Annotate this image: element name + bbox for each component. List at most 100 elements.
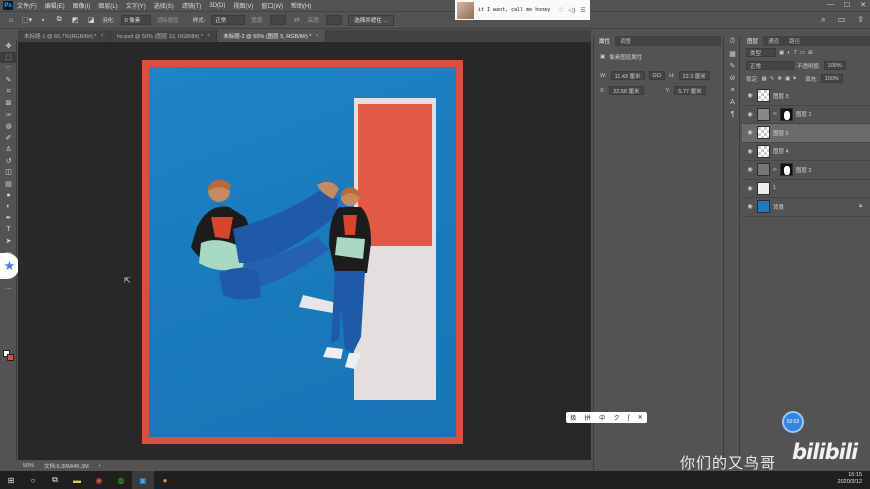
zoom-level[interactable]: 50% bbox=[23, 463, 34, 469]
new-selection-icon[interactable]: ▪ bbox=[38, 14, 48, 26]
menu-window[interactable]: 窗口(W) bbox=[261, 1, 283, 10]
system-clock[interactable]: 16:15 2020/3/12 bbox=[838, 472, 862, 486]
volume-icon[interactable]: ◁) bbox=[569, 7, 576, 14]
visibility-eye-icon[interactable]: ◉ bbox=[746, 166, 754, 173]
swap-icon[interactable]: ⇄ bbox=[292, 14, 302, 26]
layer-row[interactable]: ◉ ∞ 图层 1 bbox=[742, 106, 870, 124]
menu-filter[interactable]: 滤镜(T) bbox=[182, 1, 202, 10]
tab-close-icon[interactable]: × bbox=[315, 33, 318, 39]
tab-layers[interactable]: 图层 bbox=[742, 36, 764, 46]
type-icon[interactable]: T bbox=[0, 224, 17, 236]
eraser-icon[interactable]: ◫ bbox=[0, 167, 17, 179]
marquee-icon[interactable]: ⬚ bbox=[0, 51, 17, 63]
intersect-selection-icon[interactable]: ◪ bbox=[86, 14, 96, 26]
pen-icon[interactable]: ✒ bbox=[0, 213, 17, 225]
menu-select[interactable]: 选择(S) bbox=[154, 1, 174, 10]
menu-image[interactable]: 图像(I) bbox=[73, 1, 91, 10]
character-icon[interactable]: A bbox=[724, 96, 741, 108]
tab-close-icon[interactable]: × bbox=[207, 33, 210, 39]
share-icon[interactable]: ⇪ bbox=[857, 15, 864, 25]
music-notification[interactable]: it I want, call me honey ♡ ◁) ☰ bbox=[455, 0, 590, 20]
stamp-icon[interactable]: ♙ bbox=[0, 144, 17, 156]
filter-smart-icon[interactable]: ⊞ bbox=[808, 50, 813, 56]
x-value[interactable]: 22.58 厘米 bbox=[609, 86, 644, 95]
float-close-icon[interactable]: ✕ bbox=[638, 414, 643, 421]
minimize-button[interactable]: — bbox=[827, 1, 834, 9]
task-view-icon[interactable]: ⧉ bbox=[44, 471, 66, 489]
adjust-icon[interactable]: ≡ bbox=[724, 84, 741, 96]
marquee-preset-icon[interactable]: ⬚▾ bbox=[22, 14, 32, 26]
tab-properties[interactable]: 属性 bbox=[594, 36, 616, 46]
timer-badge[interactable]: 02:02 bbox=[782, 411, 804, 433]
menu-view[interactable]: 视图(V) bbox=[233, 1, 253, 10]
float-item-5[interactable]: ʃ bbox=[628, 415, 629, 421]
close-button[interactable]: ✕ bbox=[860, 1, 866, 9]
search-icon[interactable]: ⌕ bbox=[821, 15, 825, 25]
tab-close-icon[interactable]: × bbox=[101, 33, 104, 39]
float-item-2[interactable]: 拼 bbox=[585, 413, 591, 422]
menu-3d[interactable]: 3D(D) bbox=[209, 3, 225, 9]
feather-input[interactable]: 0 像素 bbox=[120, 15, 151, 25]
status-arrow-icon[interactable]: › bbox=[99, 463, 101, 469]
lock-move-icon[interactable]: ✥ bbox=[777, 76, 782, 82]
menu-icon[interactable]: ☰ bbox=[580, 7, 585, 14]
filter-pixel-icon[interactable]: ▣ bbox=[779, 50, 784, 56]
width-input[interactable] bbox=[269, 15, 286, 25]
layer-mask-thumbnail[interactable] bbox=[779, 163, 793, 177]
more-icon[interactable]: … bbox=[0, 282, 17, 294]
tab-ho-psd[interactable]: ho.psd @ 50% (图层 12, RGB/8#) * × bbox=[110, 30, 218, 42]
filter-adjust-icon[interactable]: ◐ bbox=[787, 50, 790, 56]
layer-row[interactable]: ◉ 背景 🔒︎ bbox=[742, 198, 870, 217]
filter-type-icon[interactable]: T bbox=[794, 50, 797, 56]
crop-icon[interactable]: ⌗ bbox=[0, 86, 17, 98]
visibility-eye-icon[interactable]: ◉ bbox=[746, 185, 754, 192]
visibility-eye-icon[interactable]: ◉ bbox=[746, 111, 754, 118]
search-icon[interactable]: ○ bbox=[22, 471, 44, 489]
maximize-button[interactable]: ☐ bbox=[844, 1, 850, 9]
path-select-icon[interactable]: ➤ bbox=[0, 236, 17, 248]
blur-icon[interactable]: ● bbox=[0, 190, 17, 202]
lock-paint-icon[interactable]: ✎ bbox=[770, 76, 775, 82]
subtract-selection-icon[interactable]: ◩ bbox=[70, 14, 80, 26]
tab-channels[interactable]: 通道 bbox=[763, 36, 784, 46]
float-item-3[interactable]: 中 bbox=[599, 413, 605, 422]
tab-adjustments[interactable]: 调整 bbox=[615, 36, 636, 46]
layer-row[interactable]: ◉ 图层 3 bbox=[742, 87, 870, 106]
lasso-icon[interactable]: ➰ bbox=[0, 63, 17, 75]
select-and-mask-button[interactable]: 选择并遮住 ... bbox=[348, 14, 394, 26]
background-color-swatch[interactable] bbox=[7, 354, 14, 361]
height-input[interactable] bbox=[326, 15, 343, 25]
height-value[interactable]: 22.3 厘米 bbox=[678, 71, 710, 80]
tool-presets-icon[interactable]: ✎ bbox=[724, 60, 741, 72]
history-brush-icon[interactable]: ↺ bbox=[0, 155, 17, 167]
width-value[interactable]: 11.43 厘米 bbox=[610, 71, 645, 80]
blend-mode-select[interactable]: 正常 bbox=[746, 61, 794, 70]
eyedropper-icon[interactable]: ✑ bbox=[0, 109, 17, 121]
layer-row[interactable]: ◉ 图层 4 bbox=[742, 143, 870, 161]
history-icon[interactable]: ⏱ bbox=[724, 36, 741, 48]
libraries-icon[interactable]: ▦ bbox=[724, 48, 741, 60]
layer-row[interactable]: ◉ 图层 5 bbox=[742, 124, 870, 143]
opacity-input[interactable]: 100% bbox=[823, 61, 846, 70]
y-value[interactable]: 5.77 厘米 bbox=[674, 86, 706, 95]
heart-icon[interactable]: ♡ bbox=[558, 7, 563, 14]
add-selection-icon[interactable]: ⧉ bbox=[54, 14, 64, 26]
wechat-icon[interactable]: ◍ bbox=[110, 471, 132, 489]
windows-start-icon[interactable]: ⊞ bbox=[0, 471, 22, 489]
healing-icon[interactable]: ◍ bbox=[0, 121, 17, 133]
kind-filter-select[interactable]: 类型 bbox=[746, 48, 776, 57]
menu-type[interactable]: 文字(Y) bbox=[126, 1, 146, 10]
fill-input[interactable]: 100% bbox=[820, 74, 843, 83]
visibility-eye-icon[interactable]: ◉ bbox=[746, 148, 754, 155]
workspace-icon[interactable]: ▭ bbox=[838, 15, 846, 25]
menu-edit[interactable]: 编辑(E) bbox=[45, 1, 65, 10]
photoshop-taskbar-icon[interactable]: ▣ bbox=[132, 471, 154, 489]
document-canvas[interactable] bbox=[142, 60, 463, 444]
quick-select-icon[interactable]: ✎ bbox=[0, 75, 17, 87]
home-icon[interactable]: ⌂ bbox=[6, 14, 16, 26]
visibility-eye-icon[interactable]: ◉ bbox=[746, 203, 754, 210]
gradient-icon[interactable]: ▤ bbox=[0, 178, 17, 190]
antialias-checkbox[interactable]: 消除锯齿 bbox=[157, 16, 179, 24]
brush-icon[interactable]: ✐ bbox=[0, 132, 17, 144]
layer-row[interactable]: ◉ 1 bbox=[742, 180, 870, 198]
